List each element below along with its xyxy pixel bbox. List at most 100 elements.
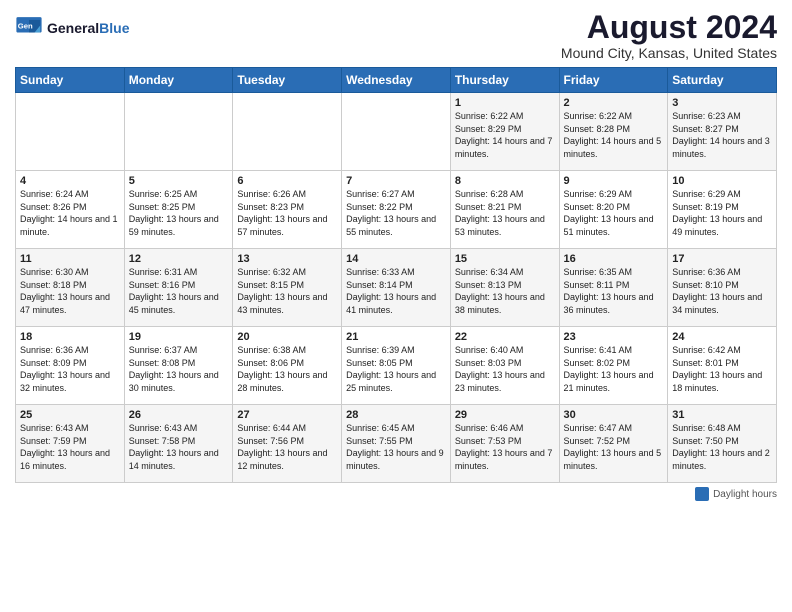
- calendar-cell: 5Sunrise: 6:25 AMSunset: 8:25 PMDaylight…: [124, 171, 233, 249]
- day-info: Sunrise: 6:30 AMSunset: 8:18 PMDaylight:…: [20, 266, 120, 316]
- calendar-cell: 28Sunrise: 6:45 AMSunset: 7:55 PMDayligh…: [342, 405, 451, 483]
- legend-label: Daylight hours: [713, 489, 777, 500]
- day-number: 27: [237, 409, 337, 421]
- day-number: 24: [672, 331, 772, 343]
- calendar-cell: 27Sunrise: 6:44 AMSunset: 7:56 PMDayligh…: [233, 405, 342, 483]
- day-number: 29: [455, 409, 555, 421]
- day-number: 8: [455, 175, 555, 187]
- title-block: August 2024 Mound City, Kansas, United S…: [561, 10, 777, 61]
- main-title: August 2024: [561, 10, 777, 45]
- day-info: Sunrise: 6:36 AMSunset: 8:10 PMDaylight:…: [672, 266, 772, 316]
- day-info: Sunrise: 6:43 AMSunset: 7:59 PMDaylight:…: [20, 422, 120, 472]
- day-number: 23: [564, 331, 664, 343]
- day-info: Sunrise: 6:37 AMSunset: 8:08 PMDaylight:…: [129, 344, 229, 394]
- day-number: 18: [20, 331, 120, 343]
- calendar-cell: 31Sunrise: 6:48 AMSunset: 7:50 PMDayligh…: [668, 405, 777, 483]
- calendar-cell: 11Sunrise: 6:30 AMSunset: 8:18 PMDayligh…: [16, 249, 125, 327]
- day-number: 31: [672, 409, 772, 421]
- calendar-cell: 23Sunrise: 6:41 AMSunset: 8:02 PMDayligh…: [559, 327, 668, 405]
- day-number: 3: [672, 97, 772, 109]
- calendar-table: SundayMondayTuesdayWednesdayThursdayFrid…: [15, 67, 777, 483]
- calendar-cell: 3Sunrise: 6:23 AMSunset: 8:27 PMDaylight…: [668, 93, 777, 171]
- calendar-cell: 24Sunrise: 6:42 AMSunset: 8:01 PMDayligh…: [668, 327, 777, 405]
- day-info: Sunrise: 6:28 AMSunset: 8:21 PMDaylight:…: [455, 188, 555, 238]
- day-info: Sunrise: 6:23 AMSunset: 8:27 PMDaylight:…: [672, 110, 772, 160]
- calendar-week-2: 4Sunrise: 6:24 AMSunset: 8:26 PMDaylight…: [16, 171, 777, 249]
- calendar-cell: [16, 93, 125, 171]
- day-info: Sunrise: 6:47 AMSunset: 7:52 PMDaylight:…: [564, 422, 664, 472]
- weekday-header-friday: Friday: [559, 68, 668, 93]
- day-info: Sunrise: 6:29 AMSunset: 8:20 PMDaylight:…: [564, 188, 664, 238]
- calendar-week-5: 25Sunrise: 6:43 AMSunset: 7:59 PMDayligh…: [16, 405, 777, 483]
- day-number: 30: [564, 409, 664, 421]
- day-number: 1: [455, 97, 555, 109]
- calendar-cell: 21Sunrise: 6:39 AMSunset: 8:05 PMDayligh…: [342, 327, 451, 405]
- day-number: 2: [564, 97, 664, 109]
- day-info: Sunrise: 6:39 AMSunset: 8:05 PMDaylight:…: [346, 344, 446, 394]
- day-number: 7: [346, 175, 446, 187]
- day-info: Sunrise: 6:44 AMSunset: 7:56 PMDaylight:…: [237, 422, 337, 472]
- calendar-week-3: 11Sunrise: 6:30 AMSunset: 8:18 PMDayligh…: [16, 249, 777, 327]
- weekday-header-monday: Monday: [124, 68, 233, 93]
- calendar-cell: 1Sunrise: 6:22 AMSunset: 8:29 PMDaylight…: [450, 93, 559, 171]
- calendar-cell: 30Sunrise: 6:47 AMSunset: 7:52 PMDayligh…: [559, 405, 668, 483]
- calendar-cell: 2Sunrise: 6:22 AMSunset: 8:28 PMDaylight…: [559, 93, 668, 171]
- day-number: 6: [237, 175, 337, 187]
- calendar-cell: 18Sunrise: 6:36 AMSunset: 8:09 PMDayligh…: [16, 327, 125, 405]
- weekday-header-saturday: Saturday: [668, 68, 777, 93]
- calendar-cell: [124, 93, 233, 171]
- day-info: Sunrise: 6:38 AMSunset: 8:06 PMDaylight:…: [237, 344, 337, 394]
- calendar-cell: 7Sunrise: 6:27 AMSunset: 8:22 PMDaylight…: [342, 171, 451, 249]
- day-info: Sunrise: 6:36 AMSunset: 8:09 PMDaylight:…: [20, 344, 120, 394]
- calendar-cell: 14Sunrise: 6:33 AMSunset: 8:14 PMDayligh…: [342, 249, 451, 327]
- day-number: 21: [346, 331, 446, 343]
- day-info: Sunrise: 6:31 AMSunset: 8:16 PMDaylight:…: [129, 266, 229, 316]
- day-number: 26: [129, 409, 229, 421]
- day-number: 22: [455, 331, 555, 343]
- weekday-header-thursday: Thursday: [450, 68, 559, 93]
- day-info: Sunrise: 6:46 AMSunset: 7:53 PMDaylight:…: [455, 422, 555, 472]
- day-number: 20: [237, 331, 337, 343]
- footer: Daylight hours: [15, 487, 777, 501]
- calendar-cell: 20Sunrise: 6:38 AMSunset: 8:06 PMDayligh…: [233, 327, 342, 405]
- day-number: 9: [564, 175, 664, 187]
- day-info: Sunrise: 6:32 AMSunset: 8:15 PMDaylight:…: [237, 266, 337, 316]
- day-number: 14: [346, 253, 446, 265]
- calendar-cell: 9Sunrise: 6:29 AMSunset: 8:20 PMDaylight…: [559, 171, 668, 249]
- calendar-cell: 29Sunrise: 6:46 AMSunset: 7:53 PMDayligh…: [450, 405, 559, 483]
- day-info: Sunrise: 6:42 AMSunset: 8:01 PMDaylight:…: [672, 344, 772, 394]
- day-number: 4: [20, 175, 120, 187]
- calendar-cell: 25Sunrise: 6:43 AMSunset: 7:59 PMDayligh…: [16, 405, 125, 483]
- calendar-cell: 8Sunrise: 6:28 AMSunset: 8:21 PMDaylight…: [450, 171, 559, 249]
- day-number: 17: [672, 253, 772, 265]
- day-number: 25: [20, 409, 120, 421]
- subtitle: Mound City, Kansas, United States: [561, 45, 777, 61]
- page-container: Gen GeneralBlue August 2024 Mound City, …: [0, 0, 792, 511]
- calendar-cell: 13Sunrise: 6:32 AMSunset: 8:15 PMDayligh…: [233, 249, 342, 327]
- header: Gen GeneralBlue August 2024 Mound City, …: [15, 10, 777, 61]
- calendar-cell: 16Sunrise: 6:35 AMSunset: 8:11 PMDayligh…: [559, 249, 668, 327]
- weekday-header-tuesday: Tuesday: [233, 68, 342, 93]
- day-info: Sunrise: 6:33 AMSunset: 8:14 PMDaylight:…: [346, 266, 446, 316]
- calendar-cell: 10Sunrise: 6:29 AMSunset: 8:19 PMDayligh…: [668, 171, 777, 249]
- calendar-cell: 12Sunrise: 6:31 AMSunset: 8:16 PMDayligh…: [124, 249, 233, 327]
- day-number: 15: [455, 253, 555, 265]
- day-info: Sunrise: 6:27 AMSunset: 8:22 PMDaylight:…: [346, 188, 446, 238]
- calendar-cell: [342, 93, 451, 171]
- day-info: Sunrise: 6:22 AMSunset: 8:29 PMDaylight:…: [455, 110, 555, 160]
- day-number: 5: [129, 175, 229, 187]
- day-info: Sunrise: 6:43 AMSunset: 7:58 PMDaylight:…: [129, 422, 229, 472]
- day-number: 12: [129, 253, 229, 265]
- day-info: Sunrise: 6:22 AMSunset: 8:28 PMDaylight:…: [564, 110, 664, 160]
- calendar-week-1: 1Sunrise: 6:22 AMSunset: 8:29 PMDaylight…: [16, 93, 777, 171]
- logo-text: GeneralBlue: [47, 20, 129, 36]
- day-number: 19: [129, 331, 229, 343]
- day-info: Sunrise: 6:24 AMSunset: 8:26 PMDaylight:…: [20, 188, 120, 238]
- calendar-cell: 19Sunrise: 6:37 AMSunset: 8:08 PMDayligh…: [124, 327, 233, 405]
- weekday-header-wednesday: Wednesday: [342, 68, 451, 93]
- day-info: Sunrise: 6:26 AMSunset: 8:23 PMDaylight:…: [237, 188, 337, 238]
- calendar-cell: 26Sunrise: 6:43 AMSunset: 7:58 PMDayligh…: [124, 405, 233, 483]
- weekday-header-row: SundayMondayTuesdayWednesdayThursdayFrid…: [16, 68, 777, 93]
- day-info: Sunrise: 6:40 AMSunset: 8:03 PMDaylight:…: [455, 344, 555, 394]
- calendar-cell: 22Sunrise: 6:40 AMSunset: 8:03 PMDayligh…: [450, 327, 559, 405]
